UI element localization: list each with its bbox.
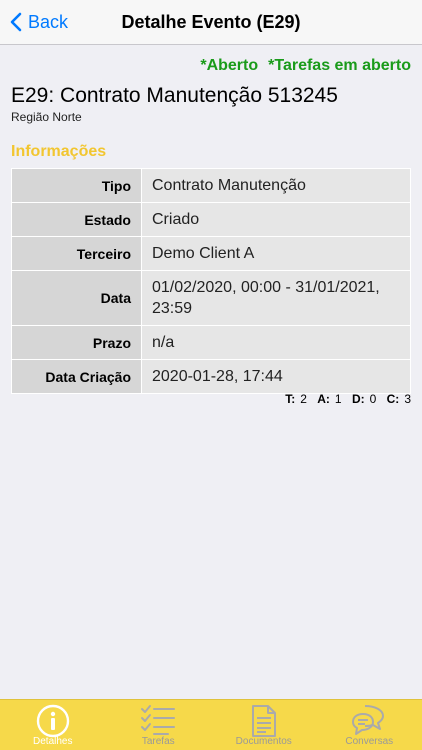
section-title: Informações: [11, 143, 107, 160]
row-key: Estado: [11, 202, 142, 237]
tab-label: Detalhes: [33, 736, 73, 747]
row-value: n/a: [141, 325, 411, 360]
table-row: Data Criação 2020-01-28, 17:44: [11, 359, 411, 394]
counter-t-value: 2: [300, 392, 307, 406]
row-key: Prazo: [11, 325, 142, 360]
event-title: E29: Contrato Manutenção 513245: [11, 84, 338, 107]
counter-c-value: 3: [404, 392, 411, 406]
tab-conversas[interactable]: Conversas: [317, 700, 422, 750]
counter-a-value: 1: [334, 392, 342, 406]
row-value: 01/02/2020, 00:00 - 31/01/2021, 23:59: [141, 270, 411, 326]
row-value: 2020-01-28, 17:44: [141, 359, 411, 394]
table-row: Estado Criado: [11, 202, 411, 237]
row-key: Data: [11, 270, 142, 326]
chat-icon: [352, 705, 385, 735]
row-value: Criado: [141, 202, 411, 237]
info-icon: [36, 704, 69, 738]
document-icon: [251, 705, 276, 737]
event-region: Região Norte: [11, 110, 82, 124]
tab-detalhes[interactable]: Detalhes: [0, 700, 106, 750]
table-row: Data 01/02/2020, 00:00 - 31/01/2021, 23:…: [11, 270, 411, 326]
table-row: Terceiro Demo Client A: [11, 236, 411, 271]
row-key: Data Criação: [11, 359, 142, 394]
table-row: Prazo n/a: [11, 325, 411, 360]
row-value: Demo Client A: [141, 236, 411, 271]
tab-label: Documentos: [235, 736, 292, 747]
row-key: Tipo: [11, 168, 142, 203]
row-value: Contrato Manutenção: [141, 168, 411, 203]
status-row: *Aberto *Tarefas em aberto: [200, 57, 411, 75]
tab-tarefas[interactable]: Tarefas: [106, 700, 212, 750]
counter-t-label: T:: [285, 392, 296, 406]
tab-label: Conversas: [345, 736, 394, 747]
counter-d-label: D:: [351, 392, 365, 406]
page-title: Detalhe Evento (E29): [121, 12, 301, 32]
checklist-icon: [141, 705, 176, 735]
table-row: Tipo Contrato Manutenção: [11, 168, 411, 203]
info-table: Tipo Contrato Manutenção Estado Criado T…: [11, 168, 411, 394]
tab-bar: Detalhes Tarefas Documentos Conversas: [0, 699, 422, 750]
status-tarefas: *Tarefas em aberto: [268, 57, 411, 74]
counter-c-label: C:: [386, 392, 400, 406]
tab-documentos[interactable]: Documentos: [211, 700, 317, 750]
tab-label: Tarefas: [141, 736, 175, 747]
counter-a-label: A:: [317, 392, 330, 406]
row-key: Terceiro: [11, 236, 142, 271]
status-aberto: *Aberto: [200, 57, 259, 74]
counters: T: 2 A: 1 D: 0 C: 3: [278, 392, 411, 406]
navigation-bar: Back Detalhe Evento (E29): [0, 0, 422, 45]
counter-d-value: 0: [369, 392, 377, 406]
